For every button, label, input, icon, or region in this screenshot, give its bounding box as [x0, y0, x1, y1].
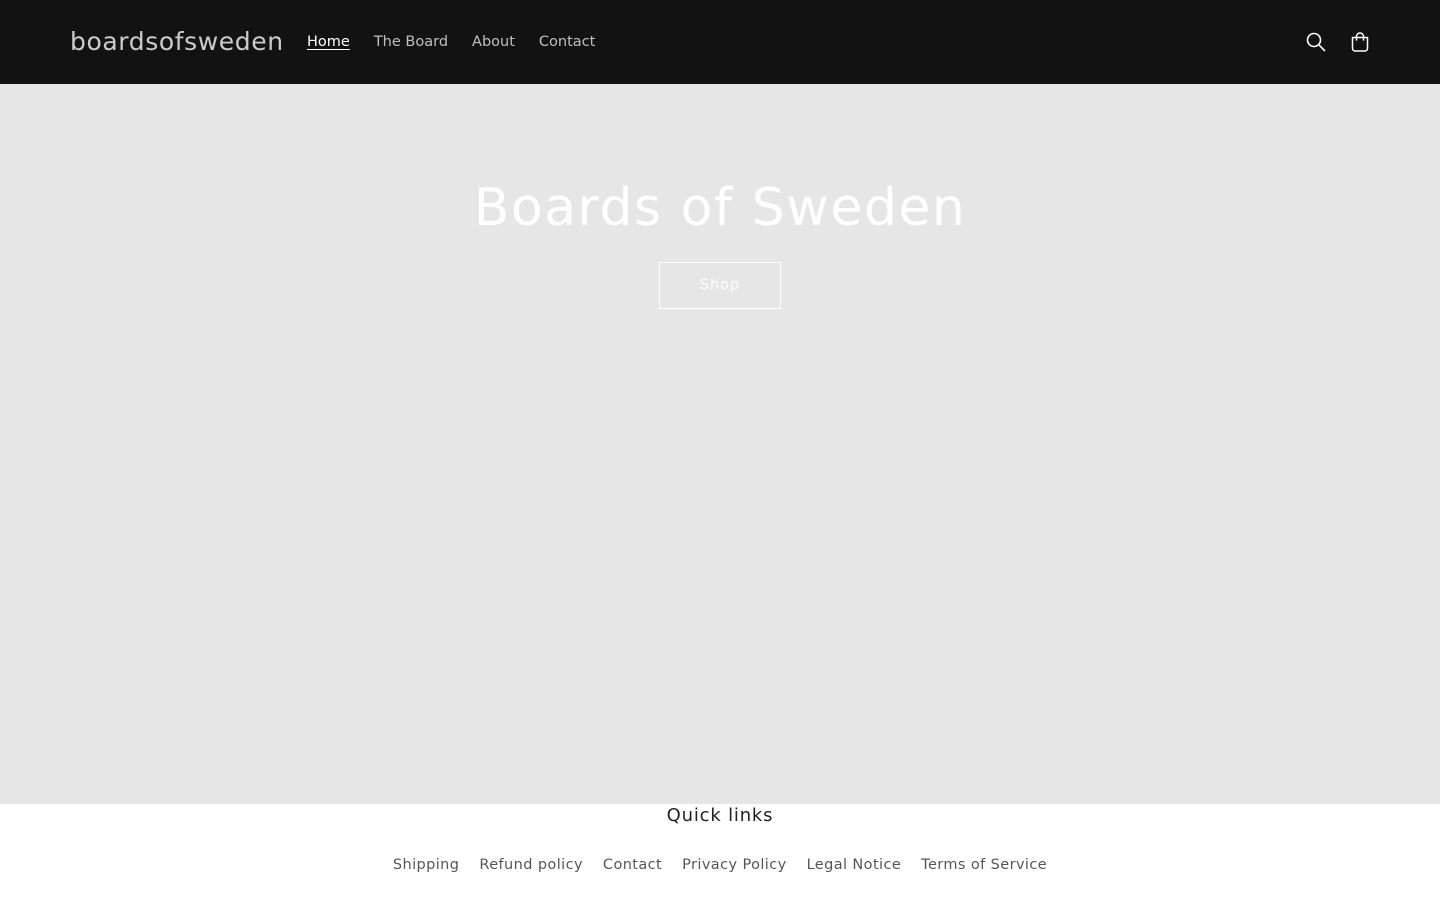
footer-link-contact[interactable]: Contact [603, 854, 662, 876]
main-nav: Home The Board About Contact [307, 31, 619, 53]
footer-link-terms-of-service[interactable]: Terms of Service [921, 854, 1047, 876]
nav-item-contact[interactable]: Contact [539, 31, 595, 53]
nav-item-about[interactable]: About [472, 31, 515, 53]
site-footer: Quick links Shipping Refund policy Conta… [0, 804, 1440, 900]
footer-link-refund-policy[interactable]: Refund policy [479, 854, 583, 876]
search-icon[interactable] [1304, 30, 1328, 54]
hero-banner: Boards of Sweden Shop [0, 84, 1440, 804]
footer-links: Shipping Refund policy Contact Privacy P… [0, 854, 1440, 876]
hero-title: Boards of Sweden [473, 178, 967, 238]
site-header: boardsofsweden Home The Board About Cont… [0, 0, 1440, 84]
site-logo[interactable]: boardsofsweden [70, 25, 284, 59]
nav-item-home[interactable]: Home [307, 31, 350, 53]
footer-heading: Quick links [666, 805, 774, 826]
footer-link-shipping[interactable]: Shipping [393, 854, 459, 876]
nav-item-the-board[interactable]: The Board [374, 31, 448, 53]
cart-icon[interactable] [1348, 30, 1372, 54]
footer-link-legal-notice[interactable]: Legal Notice [807, 854, 902, 876]
footer-link-privacy-policy[interactable]: Privacy Policy [682, 854, 786, 876]
shop-button[interactable]: Shop [659, 262, 781, 309]
